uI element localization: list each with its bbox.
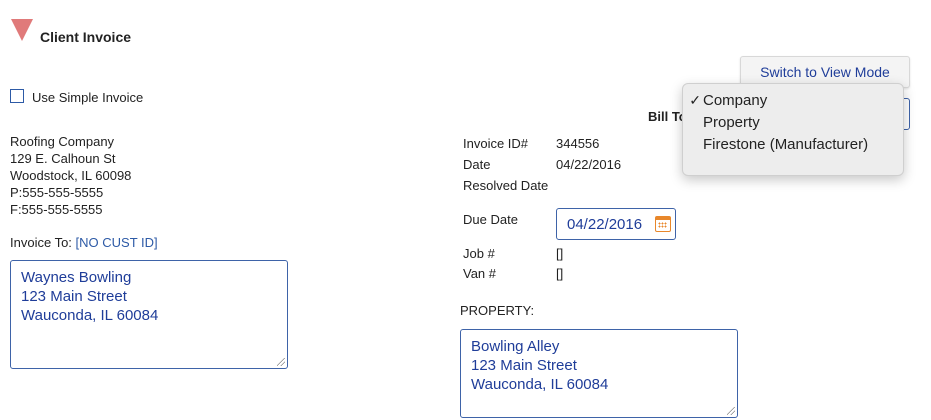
property-address-textarea[interactable]: Bowling Alley 123 Main Street Wauconda, …	[460, 329, 738, 418]
date-value: 04/22/2016	[556, 157, 622, 172]
job-number-label: Job #	[463, 246, 495, 261]
company-phone: P:555-555-5555	[10, 185, 104, 200]
bill-to-option-manufacturer[interactable]: Firestone (Manufacturer)	[683, 133, 903, 155]
bill-to-dropdown-menu: ✓ Company Property Firestone (Manufactur…	[682, 83, 904, 176]
property-address-line: 123 Main Street	[471, 357, 577, 374]
job-number-value: []	[556, 246, 564, 261]
invoice-id-value: 344556	[556, 136, 600, 151]
client-address-textarea[interactable]: Waynes Bowling 123 Main Street Wauconda,…	[10, 260, 288, 369]
resolved-date-label: Resolved Date	[463, 178, 549, 193]
use-simple-invoice-label: Use Simple Invoice	[32, 90, 144, 105]
date-label: Date	[463, 157, 491, 172]
customer-id-link[interactable]: [NO CUST ID]	[76, 235, 158, 250]
bill-to-option-company[interactable]: ✓ Company	[683, 89, 903, 111]
property-label: PROPERTY:	[460, 303, 535, 318]
property-address-line: Bowling Alley	[471, 338, 560, 355]
due-date-value: 04/22/2016	[567, 215, 643, 233]
invoice-to-label: Invoice To:	[10, 235, 72, 250]
client-address-line: Wauconda, IL 60084	[21, 307, 159, 324]
company-name: Roofing Company	[10, 134, 115, 149]
invoice-to: Invoice To: [NO CUST ID]	[10, 235, 158, 250]
collapse-arrow-icon[interactable]	[11, 19, 33, 41]
company-address: Roofing Company 129 E. Calhoun St Woodst…	[10, 133, 131, 218]
client-address-line: Waynes Bowling	[21, 269, 132, 286]
resize-grip-icon[interactable]	[277, 358, 285, 366]
van-number-value: []	[556, 266, 564, 281]
due-date-label: Due Date	[463, 212, 518, 227]
calendar-icon[interactable]	[655, 216, 671, 232]
company-street: 129 E. Calhoun St	[10, 151, 116, 166]
option-label: Property	[703, 113, 760, 131]
option-label: Company	[703, 91, 768, 109]
bill-to-label: Bill To	[648, 109, 687, 124]
client-address-line: 123 Main Street	[21, 288, 127, 305]
due-date-input[interactable]: 04/22/2016	[556, 208, 676, 240]
section-title: Client Invoice	[40, 29, 132, 45]
option-label: Firestone (Manufacturer)	[703, 135, 869, 153]
property-address-line: Wauconda, IL 60084	[471, 376, 609, 393]
resize-grip-icon[interactable]	[727, 407, 735, 415]
van-number-label: Van #	[463, 266, 497, 281]
company-fax: F:555-555-5555	[10, 202, 103, 217]
checkmark-icon: ✓	[689, 91, 701, 108]
company-city: Woodstock, IL 60098	[10, 168, 132, 183]
use-simple-invoice-checkbox[interactable]	[10, 89, 24, 103]
bill-to-option-property[interactable]: Property	[683, 111, 903, 133]
invoice-id-label: Invoice ID#	[463, 136, 529, 151]
